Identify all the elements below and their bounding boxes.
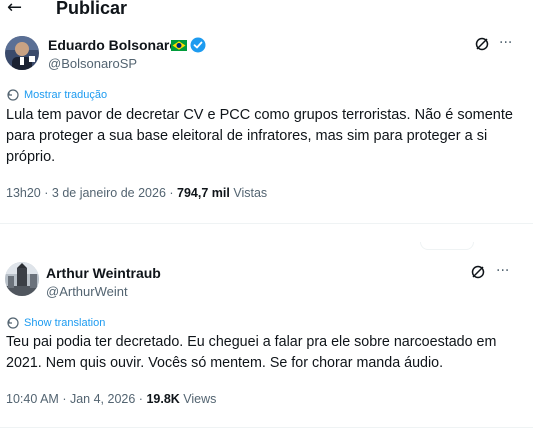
views-count: 19.8K bbox=[146, 392, 180, 406]
author-handle[interactable]: @BolsonaroSP bbox=[48, 56, 137, 71]
views-label: Views bbox=[183, 392, 217, 406]
grok-icon[interactable] bbox=[474, 36, 490, 52]
views-label: Vistas bbox=[233, 186, 268, 200]
more-horizontal-icon[interactable]: ··· bbox=[496, 263, 509, 279]
avatar[interactable] bbox=[5, 36, 39, 70]
meta-dot: · bbox=[62, 392, 67, 406]
post-date[interactable]: Jan 4, 2026 bbox=[70, 392, 135, 406]
top-bar: ← Publicar bbox=[0, 0, 533, 22]
tweet-text: Lula tem pavor de decretar CV e PCC como… bbox=[6, 107, 513, 165]
post-date[interactable]: 3 de janeiro de 2026 bbox=[52, 186, 166, 200]
post-eduardo: Eduardo Bolsonaro @BolsonaroSP ··· Mostr… bbox=[0, 30, 533, 225]
avatar-image bbox=[5, 36, 39, 70]
views-count: 794,7 mil bbox=[177, 186, 230, 200]
translate-link[interactable]: Show translation bbox=[24, 317, 105, 329]
author-name[interactable]: Eduardo Bolsonaro bbox=[48, 37, 178, 53]
divider-tab bbox=[420, 242, 474, 250]
post-meta: 13h20 · 3 de janeiro de 2026 · 794,7 mil… bbox=[6, 186, 267, 200]
author-name[interactable]: Arthur Weintraub bbox=[46, 265, 161, 281]
meta-dot: · bbox=[44, 186, 49, 200]
meta-dot: · bbox=[169, 186, 174, 200]
post-arthur: Arthur Weintraub @ArthurWeint ··· Show t… bbox=[0, 258, 533, 435]
divider bbox=[0, 427, 533, 428]
translate-row[interactable]: Mostrar tradução bbox=[6, 87, 107, 103]
verified-badge-icon bbox=[190, 37, 206, 53]
post-time[interactable]: 13h20 bbox=[6, 186, 41, 200]
post-time[interactable]: 10:40 AM bbox=[6, 392, 59, 406]
meta-dot: · bbox=[138, 392, 143, 406]
arrow-left-icon[interactable]: ← bbox=[7, 0, 22, 18]
avatar[interactable] bbox=[5, 262, 39, 296]
translate-link[interactable]: Mostrar tradução bbox=[24, 89, 107, 101]
divider bbox=[0, 223, 533, 224]
translate-icon bbox=[7, 89, 19, 101]
translate-icon bbox=[7, 317, 19, 329]
author-handle[interactable]: @ArthurWeint bbox=[46, 284, 128, 299]
more-horizontal-icon[interactable]: ··· bbox=[499, 35, 512, 51]
translate-row[interactable]: Show translation bbox=[6, 315, 105, 331]
tweet-text: Teu pai podia ter decretado. Eu cheguei … bbox=[6, 334, 497, 371]
post-meta: 10:40 AM · Jan 4, 2026 · 19.8K Views bbox=[6, 392, 216, 406]
page-title: Publicar bbox=[56, 0, 128, 18]
grok-icon[interactable] bbox=[470, 264, 486, 280]
avatar-image bbox=[5, 262, 39, 296]
brazil-flag-icon bbox=[171, 40, 187, 51]
